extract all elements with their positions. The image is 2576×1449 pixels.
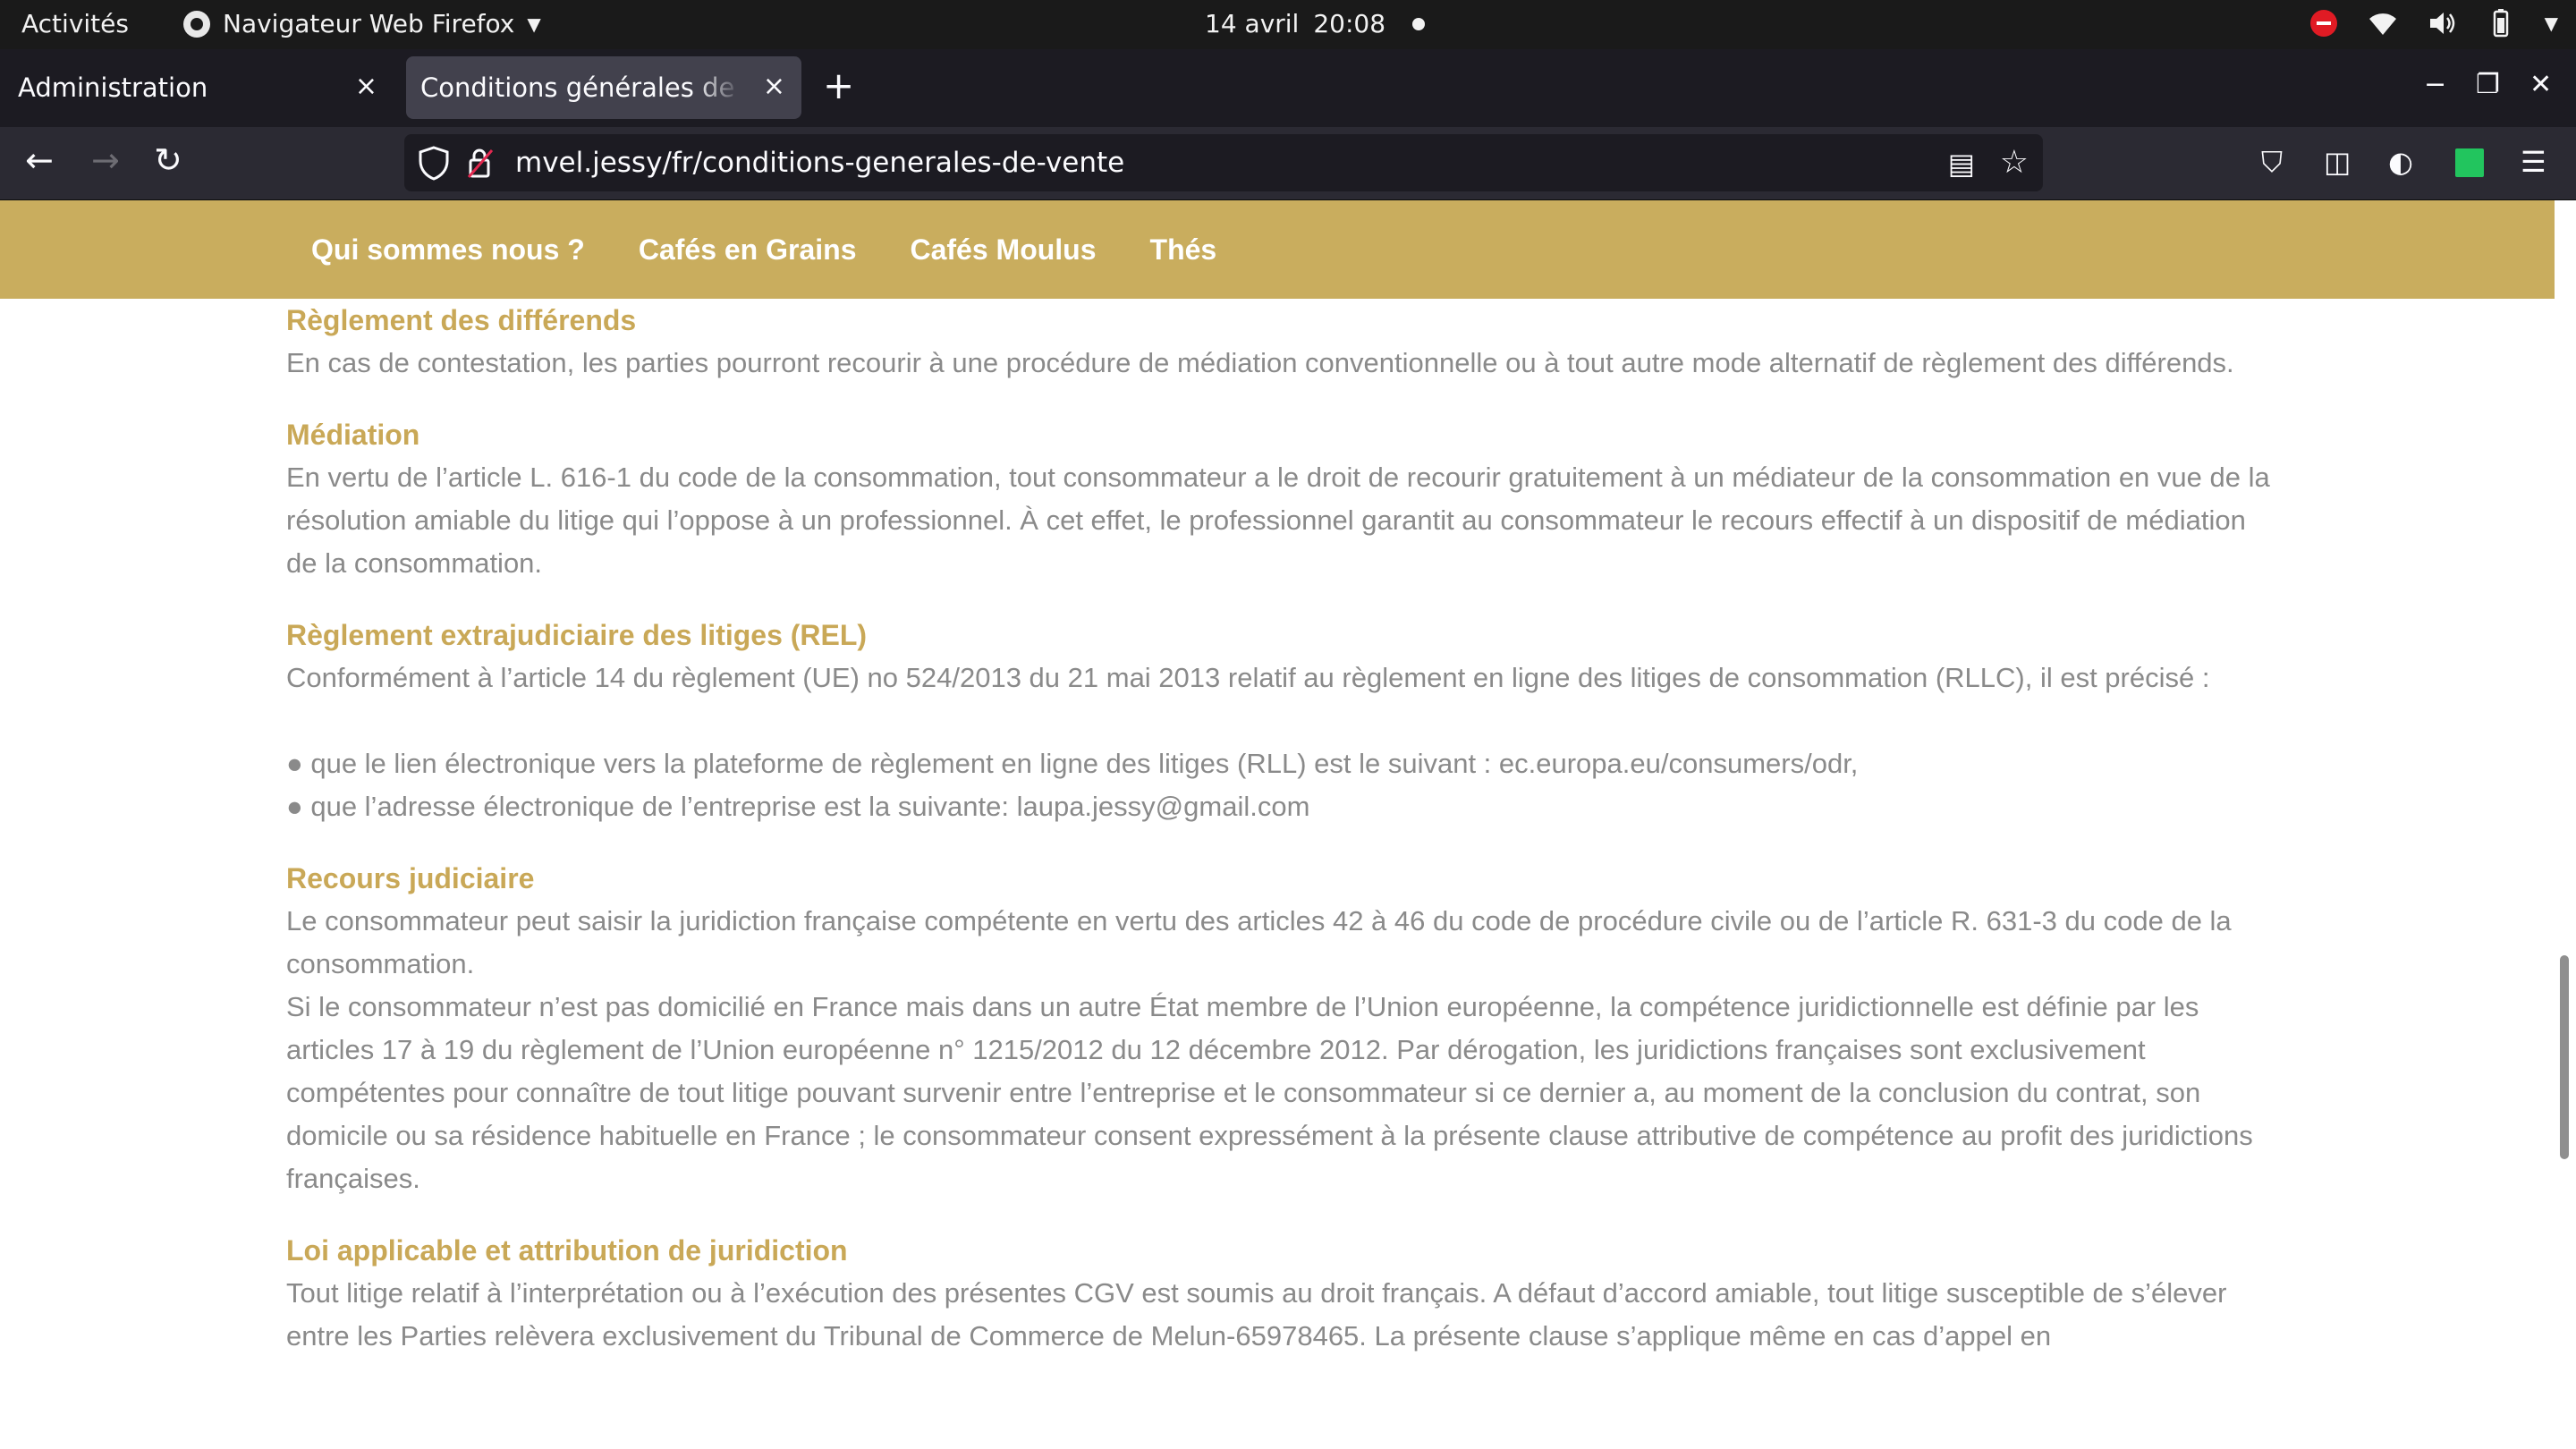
time: 20:08 <box>1313 9 1386 38</box>
do-not-disturb-icon <box>2309 10 2337 37</box>
close-window-icon[interactable]: ✕ <box>2529 69 2552 100</box>
bullet-odr-link: ● que le lien électronique vers la plate… <box>286 748 1859 779</box>
restore-icon[interactable]: ❐ <box>2476 69 2500 100</box>
system-tray[interactable]: ▼ <box>2309 9 2558 38</box>
nav-link-qui-sommes-nous[interactable]: Qui sommes nous ? <box>311 233 585 267</box>
cgv-content: Règlement des différends En cas de conte… <box>286 299 2281 1358</box>
page-scrollbar-track[interactable] <box>2555 200 2576 1449</box>
app-menu[interactable]: Navigateur Web Firefox ▼ <box>183 9 541 38</box>
back-icon[interactable]: ← <box>25 143 54 177</box>
url-bar[interactable]: mvel.jessy/fr/conditions-generales-de-ve… <box>404 134 2043 191</box>
date: 14 avril <box>1205 9 1300 38</box>
heading-reglement-differends: Règlement des différends <box>286 304 637 336</box>
system-top-bar: Activités Navigateur Web Firefox ▼ 14 av… <box>0 0 2576 49</box>
paragraph-mediation: En vertu de l’article L. 616-1 du code d… <box>286 462 2270 579</box>
reader-view-icon[interactable]: ▤ <box>1948 147 1975 181</box>
clock[interactable]: 14 avril 20:08 <box>1205 9 1426 38</box>
navigation-toolbar: ← → ↻ mvel.jessy/fr/conditions-generales… <box>0 127 2576 200</box>
page-scrollbar-thumb[interactable] <box>2560 955 2569 1159</box>
pocket-icon[interactable]: ⛉ <box>2261 145 2283 180</box>
tab-conditions-generales[interactable]: Conditions générales de vente × <box>406 56 801 119</box>
hamburger-menu-icon[interactable]: ☰ <box>2521 145 2546 179</box>
reload-icon[interactable]: ↻ <box>154 143 182 177</box>
extension-icon[interactable]: ◐ <box>2388 145 2413 179</box>
paragraph-differends: En cas de contestation, les parties pour… <box>286 347 2234 378</box>
url-text[interactable]: mvel.jessy/fr/conditions-generales-de-ve… <box>515 147 1124 179</box>
site-navigation: Qui sommes nous ? Cafés en Grains Cafés … <box>0 200 2555 299</box>
nav-link-cafes-en-grains[interactable]: Cafés en Grains <box>639 233 857 267</box>
paragraph-loi: Tout litige relatif à l’interprétation o… <box>286 1277 2227 1352</box>
heading-mediation: Médiation <box>286 419 420 451</box>
heading-rel: Règlement extrajudiciaire des litiges (R… <box>286 619 868 651</box>
caret-down-icon: ▼ <box>2544 13 2558 34</box>
nav-link-thes[interactable]: Thés <box>1150 233 1217 267</box>
close-tab-icon[interactable]: × <box>763 71 785 102</box>
caret-down-icon: ▼ <box>527 13 541 35</box>
volume-icon <box>2429 13 2454 34</box>
sidebar-icon[interactable]: ◫ <box>2324 145 2351 179</box>
heading-recours-judiciaire: Recours judiciaire <box>286 862 535 894</box>
heading-loi-applicable: Loi applicable et attribution de juridic… <box>286 1234 848 1267</box>
paragraph-recours-1: Le consommateur peut saisir la juridicti… <box>286 905 2232 979</box>
bullet-email: ● que l’adresse électronique de l’entrep… <box>286 791 1310 822</box>
tab-strip: Administration × Conditions générales de… <box>0 49 2576 127</box>
paragraph-recours-2: Si le consommateur n’est pas domicilié e… <box>286 991 2253 1194</box>
nav-link-cafes-moulus[interactable]: Cafés Moulus <box>910 233 1096 267</box>
forward-icon[interactable]: → <box>91 143 120 177</box>
green-extension-icon[interactable] <box>2455 148 2484 177</box>
paragraph-rel: Conformément à l’article 14 du règlement… <box>286 662 2210 693</box>
tab-title: Administration <box>18 72 208 103</box>
activities-button[interactable]: Activités <box>21 9 129 38</box>
bookmark-star-icon[interactable]: ☆ <box>2000 143 2029 181</box>
close-tab-icon[interactable]: × <box>355 71 377 102</box>
new-tab-button[interactable]: + <box>823 67 854 105</box>
firefox-icon <box>183 10 210 38</box>
insecure-lock-icon[interactable] <box>467 147 494 179</box>
minimize-icon[interactable]: − <box>2424 69 2446 100</box>
battery-icon <box>2493 9 2508 38</box>
app-name: Navigateur Web Firefox <box>223 9 515 38</box>
tracking-protection-icon[interactable] <box>417 145 451 181</box>
tab-title: Conditions générales de vente <box>420 72 742 103</box>
notification-dot-icon <box>1412 17 1426 30</box>
tab-administration[interactable]: Administration × <box>0 56 394 119</box>
wifi-icon <box>2368 13 2396 35</box>
